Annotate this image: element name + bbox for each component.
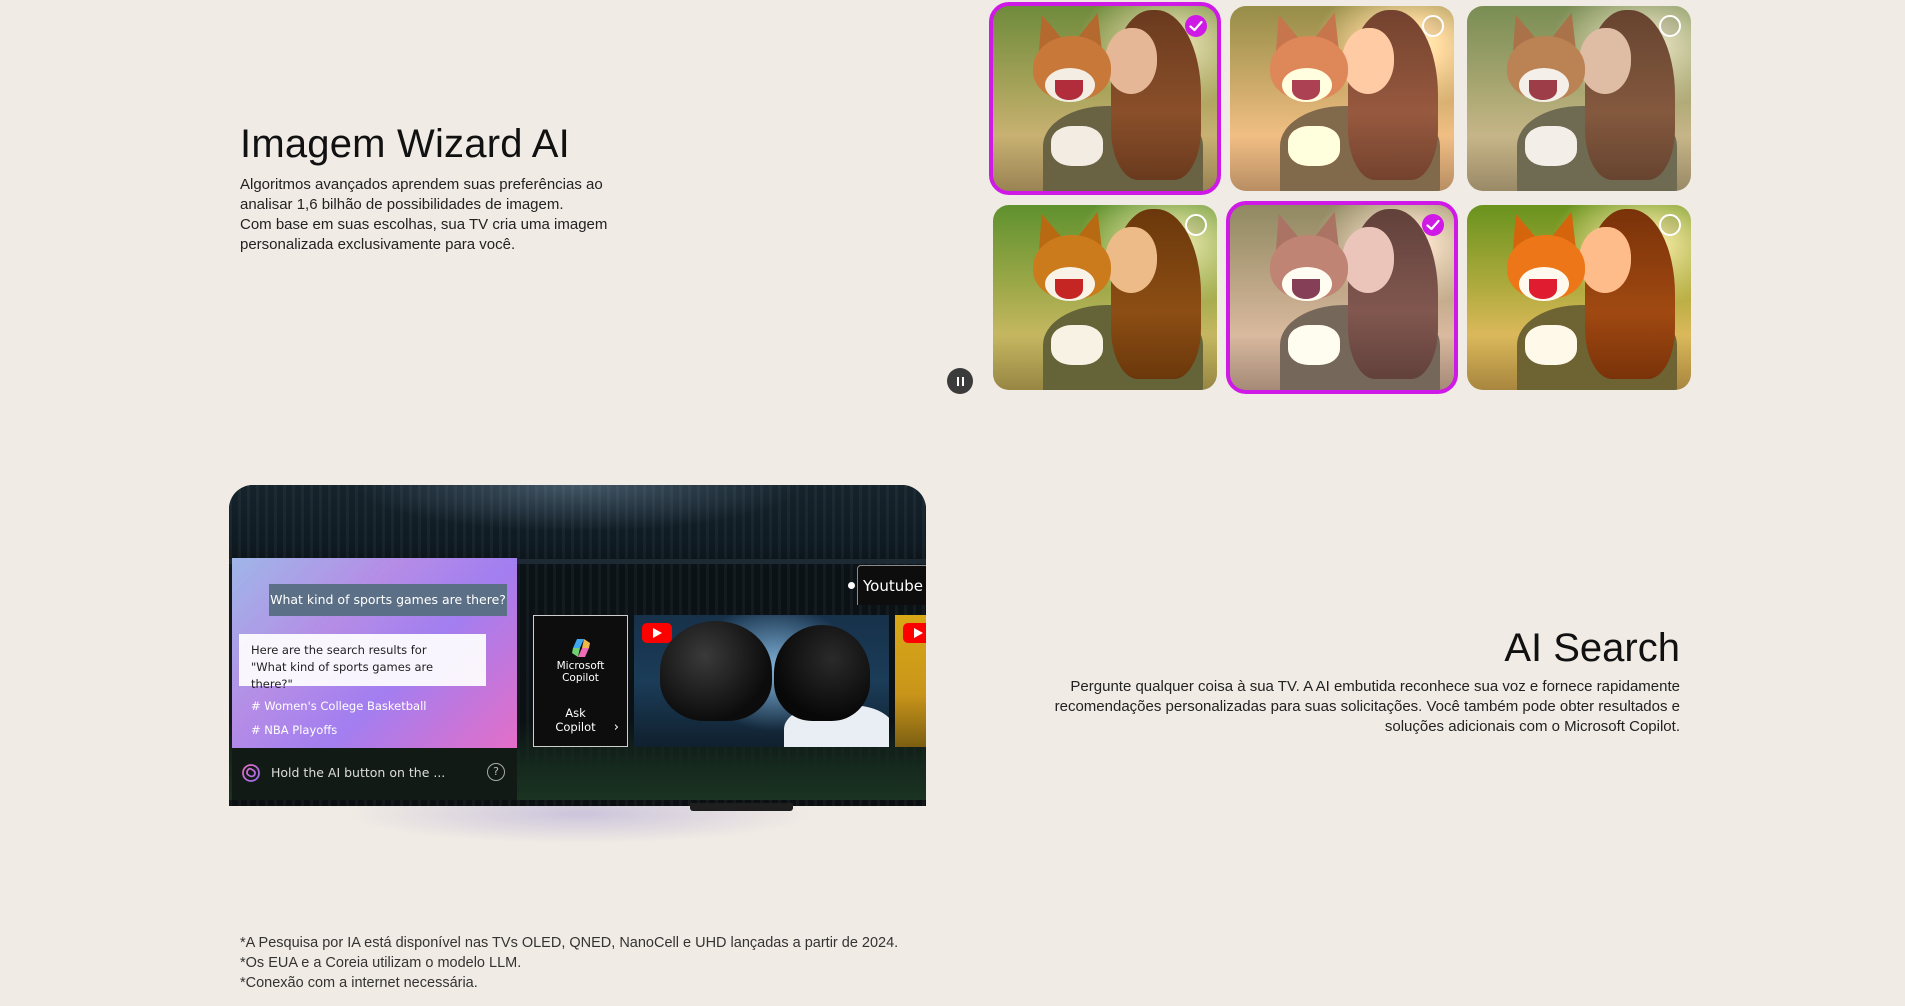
suggestion-tag[interactable]: # Women's College Basketball [251, 699, 426, 713]
copilot-name: Microsoft Copilot [534, 660, 627, 684]
dog-woman-photo [1230, 205, 1454, 390]
player-helmet [774, 625, 870, 721]
image-option-tile-3[interactable] [1467, 6, 1691, 191]
footnote: *Conexão com a internet necessária. [240, 975, 478, 991]
copilot-name-line: Microsoft [556, 660, 605, 672]
section-description-ai-search: Pergunte qualquer coisa à sua TV. A AI e… [1000, 677, 1680, 737]
tv-reflection [250, 800, 910, 870]
unselected-circle-icon [1185, 214, 1207, 236]
section-description-image-wizard: Algoritmos avançados aprendem suas prefe… [240, 175, 640, 255]
footnote: *Os EUA e a Coreia utilizam o modelo LLM… [240, 955, 522, 971]
hint-text: Hold the AI button on the ... [271, 765, 446, 780]
copilot-logo-icon [572, 639, 590, 657]
chevron-right-icon: › [613, 720, 619, 735]
source-tab-youtube[interactable]: Youtube [848, 565, 926, 605]
ask-copilot-line: Copilot [555, 720, 596, 734]
pause-icon [956, 376, 959, 386]
ask-copilot-label: Ask Copilot [534, 706, 617, 734]
hockey-video-card[interactable] [634, 615, 889, 747]
dog-woman-photo [993, 205, 1217, 390]
response-line: Here are the search results for [251, 643, 427, 657]
dog-woman-photo [1467, 205, 1691, 390]
description-line: recomendações personalizadas para suas s… [1054, 698, 1680, 715]
description-line: analisar 1,6 bilhão de possibilidades de… [240, 196, 564, 213]
selected-check-icon [1422, 214, 1444, 236]
player-helmet [660, 621, 772, 721]
pause-icon [961, 376, 964, 386]
pause-button[interactable] [947, 368, 973, 394]
ai-response-bubble: Here are the search results for "What ki… [239, 634, 486, 691]
section-title-ai-search: AI Search [1504, 626, 1680, 670]
youtube-logo-icon [642, 623, 672, 643]
image-option-tile-1[interactable] [989, 2, 1221, 195]
ai-hint-bar: Hold the AI button on the ... ? [232, 748, 517, 800]
dog-woman-photo [1230, 6, 1454, 191]
unselected-circle-icon [1659, 15, 1681, 37]
active-dot-icon [848, 582, 855, 589]
user-query-bubble: What kind of sports games are there? [269, 584, 507, 616]
description-line: Algoritmos avançados aprendem suas prefe… [240, 176, 603, 193]
image-option-grid [989, 2, 1691, 394]
tv-stand [690, 803, 793, 811]
image-option-tile-2[interactable] [1230, 6, 1454, 191]
copilot-name-line: Copilot [562, 672, 599, 684]
image-option-tile-4[interactable] [993, 205, 1217, 390]
description-line: personalizada exclusivamente para você. [240, 236, 516, 253]
selected-check-icon [1185, 15, 1207, 37]
unselected-circle-icon [1659, 214, 1681, 236]
ask-copilot-card[interactable]: Microsoft Copilot Ask Copilot › [533, 615, 628, 747]
dog-woman-photo [1467, 6, 1691, 191]
video-card-partial[interactable] [895, 615, 926, 747]
description-line: Pergunte qualquer coisa à sua TV. A AI e… [1070, 678, 1680, 695]
source-tab-label: Youtube [863, 577, 923, 595]
description-line: Com base em suas escolhas, sua TV cria u… [240, 216, 608, 233]
ai-button-icon [242, 764, 260, 782]
image-option-tile-5[interactable] [1226, 201, 1458, 394]
dog-woman-photo [993, 6, 1217, 191]
suggestion-tag[interactable]: # NBA Playoffs [251, 723, 337, 737]
unselected-circle-icon [1422, 15, 1444, 37]
image-option-tile-6[interactable] [1467, 205, 1691, 390]
footnotes: *A Pesquisa por IA está disponível nas T… [240, 933, 898, 993]
section-title-image-wizard: Imagem Wizard AI [240, 122, 570, 166]
ask-copilot-line: Ask [565, 706, 586, 720]
tv-screen: What kind of sports games are there? Her… [229, 485, 926, 806]
response-line: "What kind of sports games are there?" [251, 660, 434, 691]
description-line: soluções adicionais com o Microsoft Copi… [1384, 718, 1680, 735]
ai-search-panel: What kind of sports games are there? Her… [232, 558, 517, 748]
footnote: *A Pesquisa por IA está disponível nas T… [240, 935, 899, 951]
help-icon[interactable]: ? [487, 763, 505, 781]
youtube-logo-icon [903, 623, 926, 643]
